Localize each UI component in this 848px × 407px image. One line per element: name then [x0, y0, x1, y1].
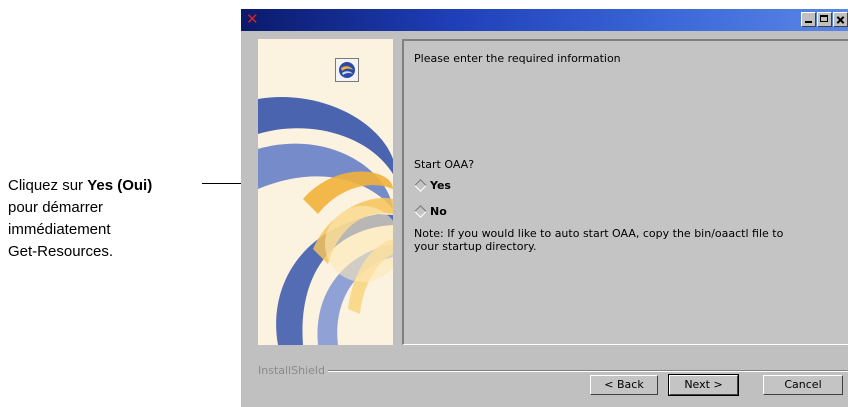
callout-line2: pour démarrer [8, 199, 104, 216]
note-line-1: Note: If you would like to auto start OA… [414, 227, 784, 240]
start-oaa-question: Start OAA? [414, 158, 475, 171]
callout-text: Cliquez sur Yes (Oui) pour démarrer immé… [8, 175, 198, 263]
prompt-text: Please enter the required information [414, 52, 621, 65]
maximize-icon[interactable] [817, 12, 832, 27]
callout-prefix: Cliquez sur [8, 177, 88, 194]
radio-diamond-icon[interactable] [414, 179, 427, 192]
radio-no-label: No [430, 205, 447, 218]
radio-no[interactable]: No [414, 205, 447, 218]
installshield-separator: InstallShield [258, 364, 848, 377]
content-panel: Please enter the required information St… [402, 39, 848, 345]
separator-rule [328, 370, 848, 372]
cancel-button[interactable]: Cancel [763, 375, 843, 395]
callout-line3: immédiatement [8, 221, 111, 238]
radio-yes-label: Yes [430, 179, 451, 192]
x-icon: ✕ [246, 10, 259, 28]
minimize-icon[interactable] [801, 12, 816, 27]
title-bar[interactable]: ✕ [241, 9, 848, 31]
next-button[interactable]: Next > [668, 374, 739, 396]
logo-icon [335, 58, 359, 82]
installer-window: ✕ Please enter the required information … [241, 9, 848, 407]
radio-yes[interactable]: Yes [414, 179, 451, 192]
note-text: Note: If you would like to auto start OA… [414, 227, 839, 253]
radio-diamond-icon[interactable] [414, 205, 427, 218]
side-graphic [258, 39, 393, 345]
callout-bold: Yes (Oui) [87, 177, 153, 194]
close-icon[interactable] [833, 12, 848, 27]
note-line-2: your startup directory. [414, 240, 537, 253]
swirl-graphic-icon [258, 97, 393, 345]
installshield-brand: InstallShield [258, 364, 325, 377]
back-button[interactable]: < Back [590, 375, 658, 395]
callout-line4: Get-Resources. [8, 243, 114, 260]
window-controls [801, 12, 848, 27]
